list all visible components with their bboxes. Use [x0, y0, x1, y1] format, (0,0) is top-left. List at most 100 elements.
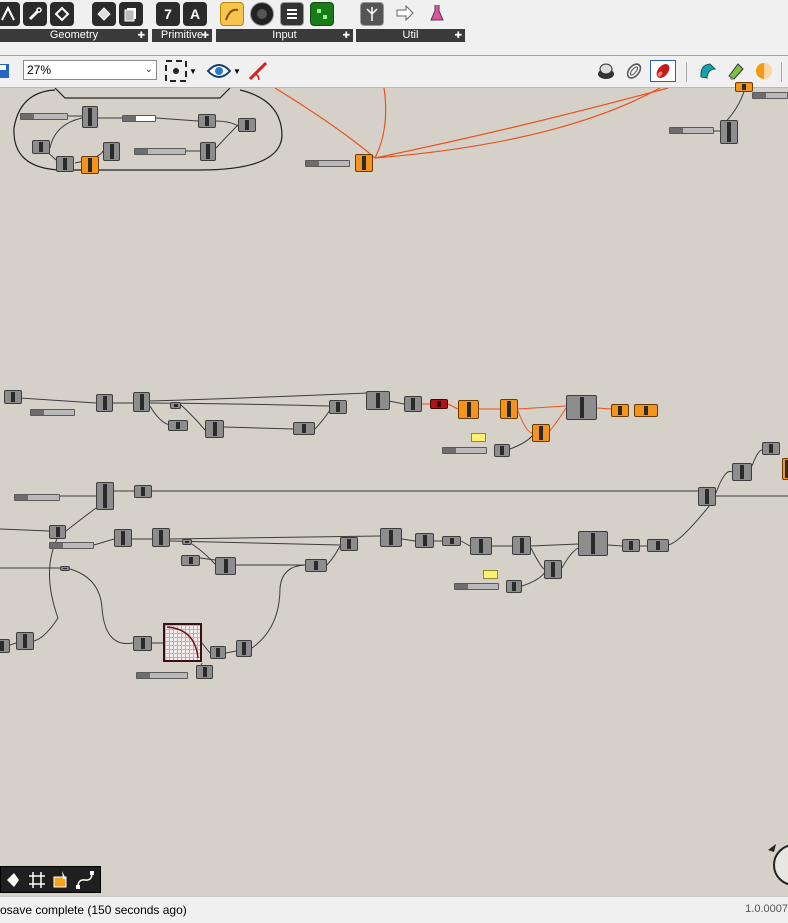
- number-slider[interactable]: [49, 542, 94, 549]
- integer-icon[interactable]: 7: [156, 2, 180, 26]
- component-node[interactable]: [114, 529, 132, 547]
- component-node[interactable]: [470, 537, 492, 555]
- component-node[interactable]: [196, 665, 213, 679]
- number-slider[interactable]: [136, 672, 188, 679]
- component-node[interactable]: [578, 531, 608, 556]
- component-node[interactable]: [49, 525, 66, 539]
- cyan-mesh-icon[interactable]: [696, 60, 720, 82]
- component-node[interactable]: [32, 140, 50, 154]
- component-node-selected[interactable]: [355, 154, 373, 172]
- grid-icon[interactable]: [27, 870, 47, 890]
- component-node[interactable]: [622, 539, 640, 552]
- number-slider[interactable]: [454, 583, 499, 590]
- component-node[interactable]: [152, 528, 170, 547]
- component-node[interactable]: [16, 632, 34, 650]
- ribbon-group-label[interactable]: Util ✚: [356, 29, 465, 42]
- component-node[interactable]: [494, 444, 510, 457]
- component-node[interactable]: [134, 485, 152, 498]
- component-node[interactable]: [340, 537, 358, 551]
- text-icon[interactable]: A: [183, 2, 207, 26]
- component-node-selected[interactable]: [500, 399, 518, 419]
- component-node-selected[interactable]: [81, 156, 99, 174]
- component-node[interactable]: [205, 420, 224, 438]
- component-node[interactable]: [566, 395, 597, 420]
- navigation-compass-icon[interactable]: [764, 842, 788, 888]
- component-node-selected[interactable]: [634, 404, 658, 417]
- zoom-combobox[interactable]: 27% ⌄: [23, 60, 157, 80]
- yellow-panel[interactable]: [483, 570, 498, 579]
- ribbon-group-label[interactable]: Primitive ✚: [152, 29, 212, 42]
- component-node[interactable]: [96, 482, 114, 510]
- component-node[interactable]: [415, 533, 434, 548]
- component-node[interactable]: [133, 636, 152, 651]
- number-slider[interactable]: [30, 409, 75, 416]
- component-node[interactable]: [698, 487, 716, 506]
- curve-icon[interactable]: [0, 2, 20, 26]
- chevron-down-icon[interactable]: ⌄: [145, 61, 153, 79]
- green-mesh-icon[interactable]: [724, 60, 748, 82]
- component-node-selected[interactable]: [782, 458, 788, 480]
- component-node[interactable]: [182, 539, 192, 545]
- diamond-icon[interactable]: [50, 2, 74, 26]
- surface-icon[interactable]: [92, 2, 116, 26]
- component-node-selected[interactable]: [532, 424, 550, 442]
- number-slider[interactable]: [134, 148, 186, 155]
- component-node[interactable]: [96, 394, 113, 412]
- zoom-extents-icon[interactable]: ▼: [164, 60, 198, 82]
- component-node[interactable]: [168, 420, 188, 431]
- tree-icon[interactable]: [360, 2, 384, 26]
- component-node[interactable]: [210, 646, 226, 659]
- number-slider[interactable]: [442, 447, 487, 454]
- component-node[interactable]: [720, 120, 738, 144]
- arrow-icon[interactable]: [394, 2, 416, 24]
- component-node[interactable]: [82, 106, 98, 128]
- graph-mapper[interactable]: [163, 623, 202, 662]
- component-node-selected[interactable]: [611, 404, 629, 417]
- number-slider[interactable]: [14, 494, 60, 501]
- sphere-icon[interactable]: [752, 60, 776, 82]
- component-node[interactable]: [236, 640, 252, 657]
- ribbon-group-label[interactable]: Input ✚: [216, 29, 353, 42]
- component-node[interactable]: [305, 559, 327, 572]
- component-node[interactable]: [181, 555, 200, 566]
- component-node[interactable]: [442, 536, 461, 546]
- component-node[interactable]: [200, 142, 216, 161]
- component-node[interactable]: [732, 463, 752, 481]
- pages-icon[interactable]: [119, 2, 143, 26]
- component-node[interactable]: [647, 539, 669, 552]
- box-cursor-icon[interactable]: [51, 870, 71, 890]
- component-node[interactable]: [170, 402, 181, 409]
- component-node[interactable]: [380, 528, 402, 547]
- yellow-panel[interactable]: [471, 433, 486, 442]
- select-icon[interactable]: [3, 870, 23, 890]
- preview-eye-icon[interactable]: ▼: [206, 60, 242, 82]
- shaded-selected-icon[interactable]: [650, 60, 676, 82]
- component-node[interactable]: [404, 396, 422, 412]
- component-node[interactable]: [512, 536, 531, 555]
- wireframe-icon[interactable]: [622, 60, 646, 82]
- toggle-icon[interactable]: [250, 2, 274, 26]
- component-node[interactable]: [103, 142, 120, 161]
- component-node[interactable]: [56, 156, 74, 172]
- component-node[interactable]: [198, 114, 216, 128]
- component-node[interactable]: [506, 580, 522, 593]
- number-slider[interactable]: [669, 127, 714, 134]
- number-slider[interactable]: [122, 115, 156, 122]
- component-node[interactable]: [215, 557, 236, 575]
- flask-icon[interactable]: [426, 2, 448, 24]
- number-slider[interactable]: [752, 92, 788, 99]
- save-icon[interactable]: [0, 60, 10, 82]
- graph-mapper-icon[interactable]: [220, 2, 244, 26]
- component-node[interactable]: [329, 400, 347, 414]
- component-node-selected[interactable]: [458, 400, 479, 419]
- sketch-pen-icon[interactable]: [247, 60, 271, 82]
- preview-mode-icon[interactable]: [594, 60, 618, 82]
- component-node[interactable]: [0, 639, 10, 653]
- component-node[interactable]: [366, 391, 390, 410]
- component-node-error[interactable]: [430, 399, 448, 409]
- component-node[interactable]: [544, 560, 562, 579]
- number-slider[interactable]: [305, 160, 350, 167]
- component-node[interactable]: [238, 118, 256, 132]
- wrench-icon[interactable]: [23, 2, 47, 26]
- component-node[interactable]: [4, 390, 22, 404]
